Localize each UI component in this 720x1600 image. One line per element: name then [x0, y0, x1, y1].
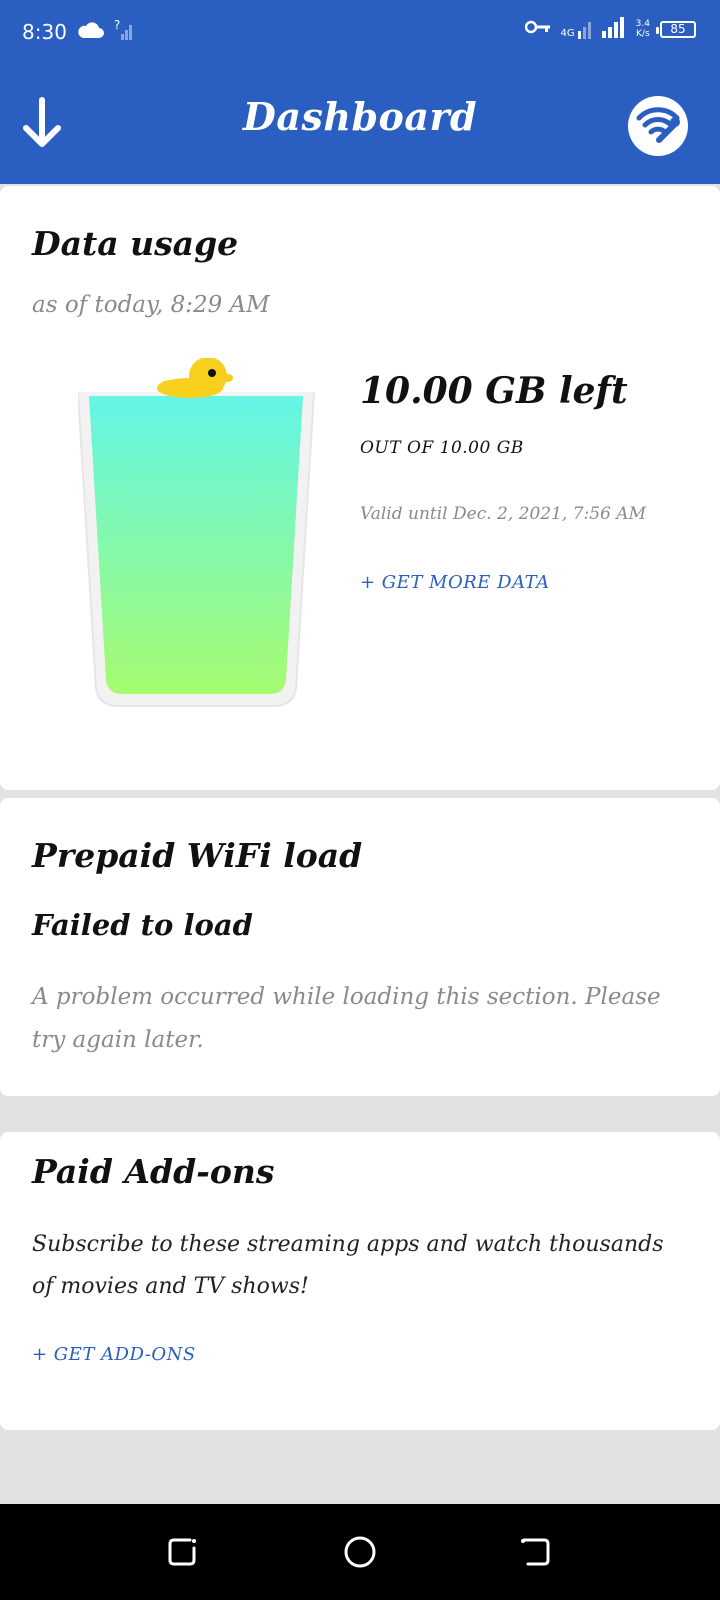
- home-icon[interactable]: [340, 1532, 380, 1572]
- addons-description: Subscribe to these streaming apps and wa…: [32, 1232, 664, 1299]
- network-type: 4G: [560, 28, 575, 39]
- data-usage-card: Data usage as of today, 8:29 AM 10.00 GB…: [0, 186, 720, 790]
- wifi-settings-button[interactable]: [628, 96, 688, 156]
- vpn-key-icon: [524, 19, 551, 39]
- net-speed-value: 3.4: [635, 19, 650, 29]
- wifi-load-error-message: A problem occurred while loading this se…: [32, 984, 661, 1053]
- status-left: 8:30 ?: [22, 18, 135, 46]
- wifi-wrench-icon: [635, 104, 681, 148]
- glass-liquid: [89, 396, 303, 694]
- wifi-load-card: Prepaid WiFi load Failed to load A probl…: [0, 798, 720, 1096]
- battery-icon: 85: [656, 20, 696, 38]
- page-title: Dashboard: [242, 94, 478, 139]
- status-bar: 8:30 ? 4G 3.4 K/s 85: [0, 0, 720, 66]
- status-time: 8:30: [22, 20, 67, 44]
- data-valid-until: Valid until Dec. 2, 2021, 7:56 AM: [360, 504, 646, 524]
- navigation-bar: [0, 1504, 720, 1600]
- addons-title: Paid Add-ons: [32, 1152, 275, 1191]
- data-total: OUT OF 10.00 GB: [360, 438, 524, 458]
- no-signal-icon: ?: [113, 18, 135, 46]
- wifi-load-title: Prepaid WiFi load: [32, 836, 363, 875]
- data-glass: [77, 357, 318, 718]
- signal-4g-icon: 4G: [561, 19, 592, 39]
- app-bar: Dashboard: [0, 66, 720, 184]
- signal-bars-icon: [601, 16, 626, 42]
- battery-level: 85: [670, 22, 686, 36]
- net-speed: 3.4 K/s: [636, 19, 650, 39]
- get-addons-button[interactable]: + GET ADD-ONS: [32, 1344, 196, 1365]
- data-usage-title: Data usage: [32, 224, 239, 263]
- back-nav-icon[interactable]: [514, 1532, 554, 1572]
- wifi-load-status: Failed to load: [32, 908, 253, 942]
- net-speed-unit: K/s: [636, 29, 650, 39]
- data-remaining: 10.00 GB left: [360, 370, 628, 412]
- recent-apps-icon[interactable]: [164, 1532, 204, 1572]
- get-more-data-button[interactable]: + GET MORE DATA: [360, 572, 550, 593]
- cloud-icon: [75, 20, 105, 44]
- svg-text:?: ?: [114, 18, 120, 32]
- addons-card: Paid Add-ons Subscribe to these streamin…: [0, 1132, 720, 1430]
- status-right: 4G 3.4 K/s 85: [524, 16, 696, 42]
- data-usage-timestamp: as of today, 8:29 AM: [32, 292, 270, 318]
